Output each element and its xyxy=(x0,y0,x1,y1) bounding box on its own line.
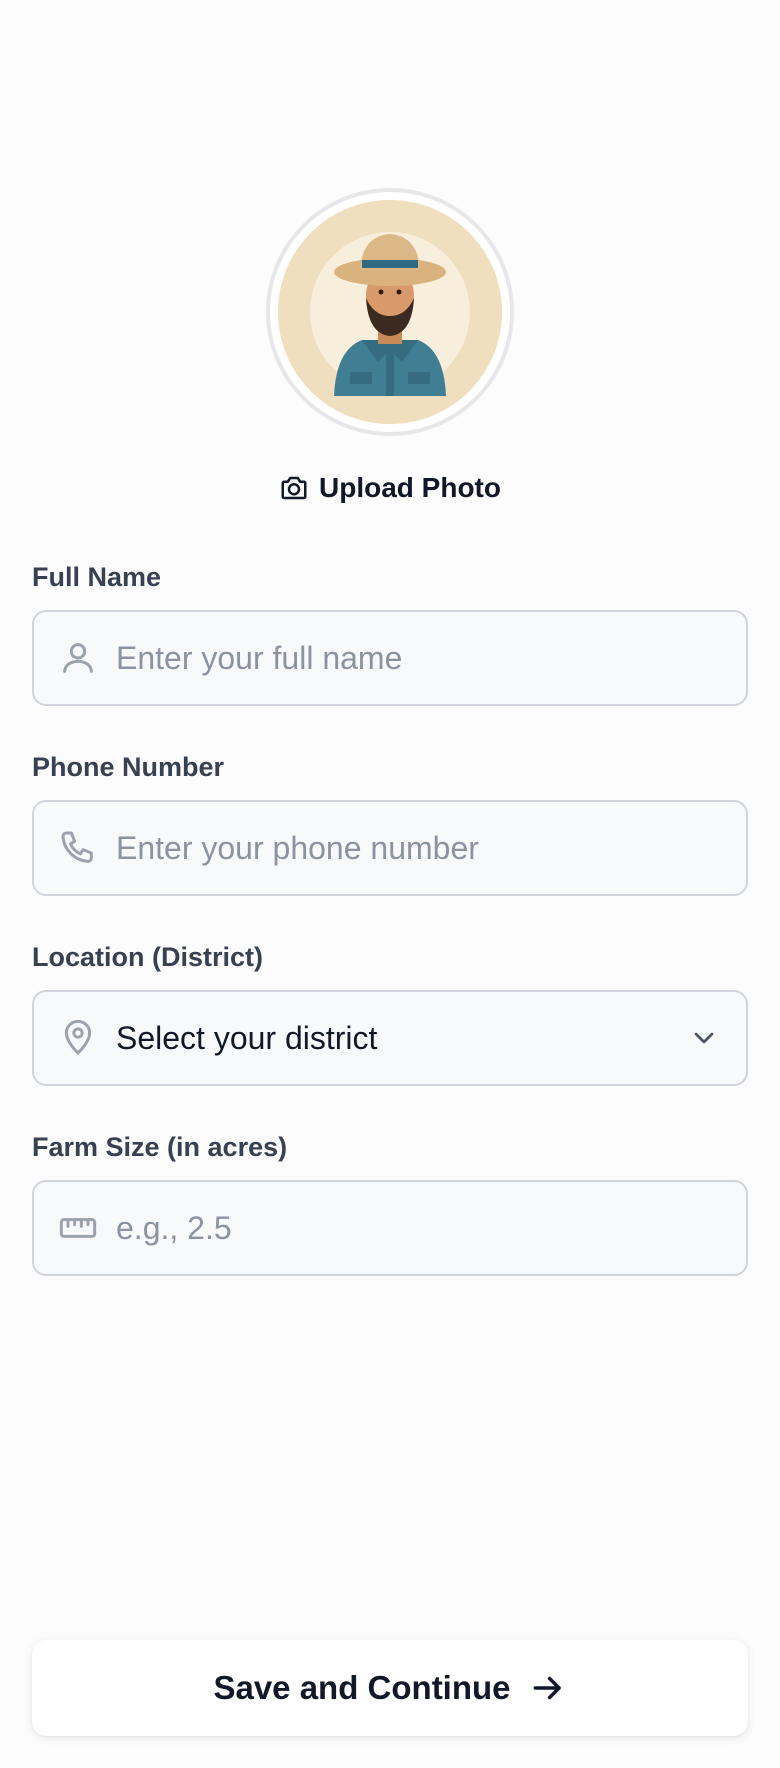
arrow-right-icon xyxy=(529,1669,567,1707)
full-name-input-box[interactable] xyxy=(32,610,748,706)
user-icon xyxy=(58,638,98,678)
avatar[interactable] xyxy=(266,188,514,436)
phone-number-label: Phone Number xyxy=(32,752,225,782)
district-select-value: Select your district xyxy=(116,1019,378,1056)
chevron-down-icon xyxy=(688,1022,720,1054)
location-label: Location (District) xyxy=(32,942,264,972)
phone-number-field: Phone Number xyxy=(32,750,748,896)
phone-icon xyxy=(58,828,98,868)
farm-size-field: Farm Size (in acres) xyxy=(32,1130,748,1276)
phone-number-input-box[interactable] xyxy=(32,800,748,896)
farm-size-input-box[interactable] xyxy=(32,1180,748,1276)
upload-photo-button[interactable]: Upload Photo xyxy=(0,466,780,510)
farmer-avatar-illustration xyxy=(278,200,502,424)
location-field: Location (District) Select your district xyxy=(32,940,748,1086)
full-name-field: Full Name xyxy=(32,560,748,706)
camera-icon xyxy=(279,473,309,503)
full-name-label: Full Name xyxy=(32,562,162,592)
full-name-input[interactable] xyxy=(34,612,746,704)
farm-size-input[interactable] xyxy=(34,1182,746,1274)
farm-size-label: Farm Size (in acres) xyxy=(32,1132,288,1162)
district-select[interactable]: Select your district xyxy=(32,990,748,1086)
ruler-icon xyxy=(58,1208,98,1248)
save-and-continue-button[interactable]: Save and Continue xyxy=(32,1640,748,1736)
upload-photo-label: Upload Photo xyxy=(319,472,501,503)
map-pin-icon xyxy=(58,1018,98,1058)
save-and-continue-label: Save and Continue xyxy=(213,1669,511,1706)
profile-setup-screen: Upload Photo Full Name Phone Number xyxy=(0,0,780,1768)
phone-number-input[interactable] xyxy=(34,802,746,894)
